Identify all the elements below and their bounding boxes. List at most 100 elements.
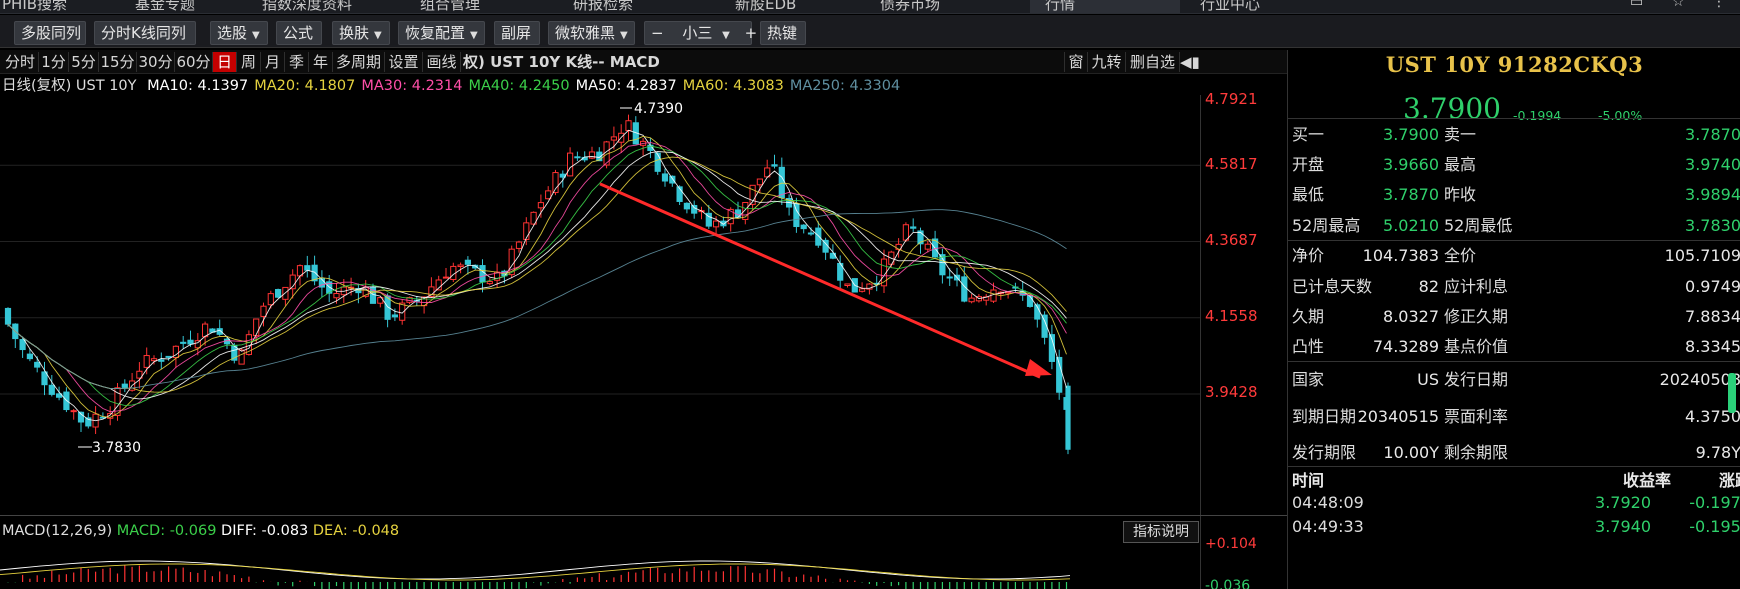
period-60min[interactable]: 60分 <box>175 52 213 72</box>
font-size-label: 小三 <box>682 24 713 42</box>
period-quarter[interactable]: 季 <box>285 52 309 72</box>
chevron-down-icon: ▼ <box>470 30 478 41</box>
font-size-control[interactable]: − 小三 ▼ + <box>644 21 757 45</box>
stock-select-dropdown[interactable]: 选股 ▼ <box>210 21 268 45</box>
ma-legend-item: MA60: 4.3083 <box>682 78 784 94</box>
nav-item-portfolio[interactable]: 组合管理 <box>420 0 480 13</box>
restore-config-label: 恢复配置 <box>405 24 466 42</box>
info-value: 82 <box>1418 277 1439 296</box>
candle-up <box>333 293 340 299</box>
info-label: 52周最高 <box>1292 216 1361 235</box>
candle-up <box>859 288 866 292</box>
panel-scrollbar[interactable] <box>1728 373 1736 413</box>
kline-chart[interactable]: 4.7390 3.7830 <box>0 95 1200 515</box>
candle-down <box>187 339 194 345</box>
period-multi[interactable]: 多周期 <box>333 52 385 72</box>
timeshare-kline-button[interactable]: 分时K线同列 <box>94 21 196 45</box>
chevron-down-icon: ▼ <box>620 30 628 41</box>
period-timeshare[interactable]: 分时 <box>2 52 39 72</box>
period-month[interactable]: 月 <box>261 52 285 72</box>
candle-up <box>457 264 464 268</box>
settings-button[interactable]: 设置 <box>385 52 423 72</box>
candle-up <box>756 178 763 186</box>
trade-yield: 3.7940 <box>1595 517 1651 536</box>
formula-button[interactable]: 公式 <box>276 21 322 45</box>
info-row: 开盘 3.9660 最高 3.9740 <box>1288 150 1740 179</box>
info-row: 最低 3.7870 昨收 3.9894 <box>1288 180 1740 209</box>
stock-select-label: 选股 <box>217 24 248 42</box>
second-screen-button[interactable]: 副屏 <box>494 21 540 45</box>
more-icon[interactable]: ⋮ <box>1712 0 1726 10</box>
nav-item-search[interactable]: PHIB搜索 <box>2 0 67 13</box>
candle-down <box>479 265 486 283</box>
period-15min[interactable]: 15分 <box>99 52 137 72</box>
skin-label: 换肤 <box>339 24 370 42</box>
candle-down <box>800 224 807 230</box>
chevron-down-icon: ▼ <box>252 30 260 41</box>
candle-up <box>968 297 975 303</box>
candle-down <box>661 173 669 182</box>
arrow-head-icon <box>1025 359 1052 376</box>
chevron-down-icon[interactable]: ▼ <box>722 30 730 41</box>
multi-stock-button[interactable]: 多股同列 <box>14 21 86 45</box>
minus-icon[interactable]: − <box>651 24 664 42</box>
restore-config-dropdown[interactable]: 恢复配置 ▼ <box>398 21 485 45</box>
info-value: 3.9894 <box>1685 185 1740 204</box>
info-label: 开盘 <box>1292 155 1325 174</box>
remove-watchlist-button[interactable]: 删自选 <box>1126 52 1180 72</box>
candle-up <box>486 281 493 285</box>
info-label: 净价 <box>1292 246 1325 265</box>
trade-row: 04:48:09 3.7920 -0.1974 <box>1288 490 1740 516</box>
info-label: 剩余期限 <box>1444 443 1509 462</box>
candle-down <box>121 383 128 388</box>
nav-item-ipo[interactable]: 新股EDB <box>735 0 796 13</box>
info-row: 已计息天数 82 应计利息 0.9749 <box>1288 272 1740 301</box>
info-row: 买一 3.7900 卖一 3.7870 <box>1288 120 1740 149</box>
period-30min[interactable]: 30分 <box>137 52 175 72</box>
draw-line-button[interactable]: 画线 <box>423 52 461 72</box>
info-label: 最低 <box>1292 185 1325 204</box>
ma-legend: 日线(复权) UST 10Y MA10: 4.1397 MA20: 4.1807 M… <box>0 75 1200 97</box>
info-value: 9.78Y <box>1695 443 1740 462</box>
info-value: 10.00Y <box>1383 443 1439 462</box>
period-year[interactable]: 年 <box>309 52 333 72</box>
window-button[interactable]: 窗 <box>1064 52 1088 72</box>
info-value: 20340515 <box>1357 407 1439 426</box>
nav-item-research[interactable]: 研报检索 <box>573 0 633 13</box>
info-row: 久期 8.0327 修正久期 7.8834 <box>1288 302 1740 331</box>
info-row: 凸性 74.3289 基点价值 8.3345 <box>1288 332 1740 361</box>
info-label: 发行日期 <box>1444 370 1509 389</box>
period-1min[interactable]: 1分 <box>39 52 69 72</box>
candle-down <box>807 232 815 235</box>
second-screen-label: 副屏 <box>501 24 532 42</box>
nav-item-quotes[interactable]: 行情 <box>1045 0 1075 13</box>
candle-up <box>588 151 596 159</box>
candle-down <box>910 226 917 229</box>
font-dropdown[interactable]: 微软雅黑 ▼ <box>548 21 635 45</box>
nav-item-fund[interactable]: 基金专题 <box>135 0 195 13</box>
trade-change: -0.1954 <box>1689 517 1740 536</box>
nav-item-index[interactable]: 指数深度资料 <box>262 0 352 13</box>
nav-item-industry[interactable]: 行业中心 <box>1200 0 1260 13</box>
period-5min[interactable]: 5分 <box>69 52 99 72</box>
info-value: 3.7870 <box>1685 125 1740 144</box>
plus-icon[interactable]: + <box>745 24 758 42</box>
candle-down <box>165 355 172 358</box>
nine-turn-button[interactable]: 九转 <box>1088 52 1126 72</box>
candle-down <box>304 265 311 271</box>
info-value: 0.9749 <box>1685 277 1740 296</box>
skin-dropdown[interactable]: 换肤 ▼ <box>332 21 390 45</box>
hotkey-button[interactable]: 热键 <box>760 21 806 45</box>
period-day[interactable]: 日 <box>213 52 237 72</box>
candle-down <box>275 289 282 298</box>
candle-up <box>844 283 851 287</box>
pin-icon[interactable]: ◀▮ <box>1180 52 1200 72</box>
candle-up <box>567 152 574 177</box>
star-icon[interactable]: ☆ <box>1672 0 1685 10</box>
candle-down <box>771 164 778 167</box>
window-icon[interactable]: ▭ <box>1630 0 1643 10</box>
period-week[interactable]: 周 <box>237 52 261 72</box>
nav-item-bond[interactable]: 债券市场 <box>880 0 940 13</box>
moving-average-line <box>7 145 1067 406</box>
formula-label: 公式 <box>283 24 314 42</box>
